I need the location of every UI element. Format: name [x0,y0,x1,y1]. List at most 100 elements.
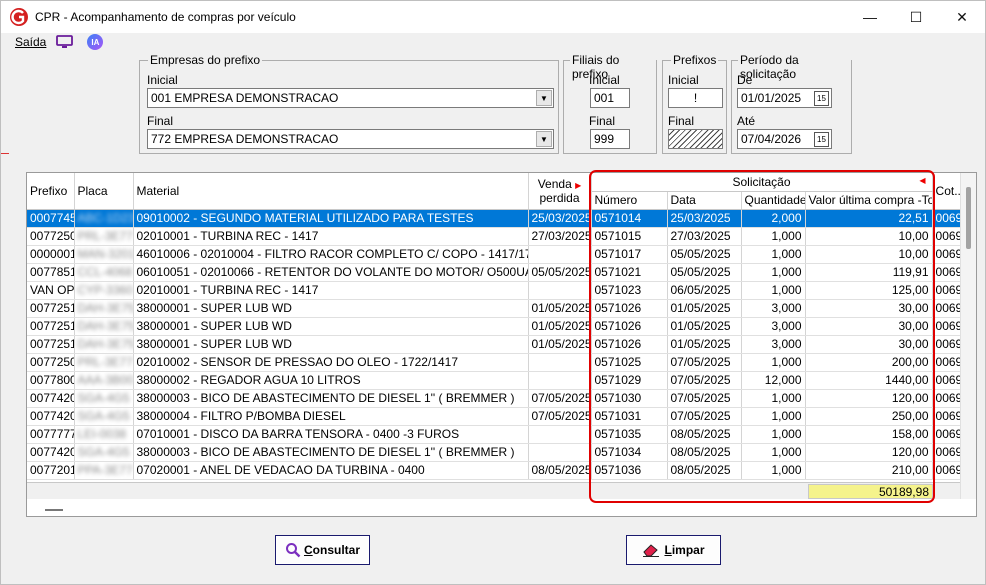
cell-valor: 30,00 [805,317,933,336]
cell-placa: LEI-0038 [74,425,134,444]
periodo-ate-value: 07/04/2026 [741,132,802,146]
table-row[interactable]: 0077777 LEI-0038 07010001 - DISCO DA BAR… [27,425,963,444]
cell-prefixo: VAN OP [27,281,75,300]
cell-data: 07/05/2025 [667,407,742,426]
cell-placa: CYP-3360 [74,281,134,300]
table-row[interactable]: 0077251 DAH-3E75 38000001 - SUPER LUB WD… [27,317,963,336]
col-prefixo[interactable]: Prefixo [27,173,75,210]
table-row[interactable]: 0077420 SGA-4G5 38000003 - BICO DE ABAST… [27,389,963,408]
cell-data: 08/05/2025 [667,443,742,462]
cell-cot: 0069 [932,335,963,354]
cell-venda-perdida [528,425,592,444]
empresas-inicial-select[interactable]: 001 EMPRESA DEMONSTRACAO ▼ [147,88,554,108]
filiais-final-input[interactable]: 999 [590,129,630,149]
col-group-solicitacao[interactable]: Solicitação ◀ [591,173,933,192]
cell-placa: PRL-3E77 [74,227,134,246]
col-quantidade[interactable]: Quantidade [741,191,806,210]
cell-valor: 120,00 [805,389,933,408]
cell-prefixo: 0077777 [27,425,75,444]
prefixos-final-input[interactable] [668,129,723,149]
periodo-ate-input[interactable]: 07/04/2026 15 [737,129,832,149]
cell-valor: 158,00 [805,425,933,444]
window-title: CPR - Acompanhamento de compras por veíc… [35,10,296,24]
placa-value: PRL-3E77 [77,229,133,243]
cell-material: 38000001 - SUPER LUB WD [133,317,529,336]
cell-cot: 0069 [932,425,963,444]
col-data[interactable]: Data [667,191,742,210]
col-valor[interactable]: Valor última compra -Total [805,191,933,210]
cell-data: 01/05/2025 [667,335,742,354]
cell-valor: 30,00 [805,299,933,318]
empresas-final-select[interactable]: 772 EMPRESA DEMONSTRACAO ▼ [147,129,554,149]
chevron-down-icon[interactable]: ▼ [536,131,552,147]
cell-cot: 0069 [932,407,963,426]
col-material[interactable]: Material [133,173,529,210]
purchases-table: Prefixo Placa Material Venda ▶ perdida S… [27,173,963,480]
table-row[interactable]: 0077251 DAH-3E75 38000001 - SUPER LUB WD… [27,335,963,354]
empresas-group: Empresas do prefixo Inicial 001 EMPRESA … [139,53,559,154]
ia-assistant-icon[interactable]: IA [87,34,104,50]
cell-placa: DAH-3E75 [74,299,134,318]
cell-prefixo: 0077250 [27,353,75,372]
table-row[interactable]: 0077420 SGA-4G5 38000004 - FILTRO P/BOMB… [27,407,963,426]
cell-quantidade: 12,000 [741,371,806,390]
cell-venda-perdida [528,353,592,372]
table-row[interactable]: 0077800 AAA-3B00 38000002 - REGADOR AGUA… [27,371,963,390]
col-venda-perdida[interactable]: Venda ▶ perdida [528,173,592,210]
cell-data: 08/05/2025 [667,425,742,444]
cell-venda-perdida: 01/05/2025 [528,335,592,354]
prefixos-inicial-input[interactable]: ! [668,88,723,108]
table-row[interactable]: 0077201 PPA-3E77 07020001 - ANEL DE VEDA… [27,461,963,480]
minimize-button[interactable]: — [847,1,893,33]
table-row[interactable]: 0077250 PRL-3E77 02010001 - TURBINA REC … [27,227,963,246]
vertical-scrollbar[interactable] [960,173,976,499]
purchases-grid[interactable]: Prefixo Placa Material Venda ▶ perdida S… [26,172,977,517]
col-placa[interactable]: Placa [74,173,134,210]
cell-quantidade: 1,000 [741,353,806,372]
horizontal-scroll-indicator[interactable] [45,509,63,511]
chevron-down-icon[interactable]: ▼ [536,90,552,106]
close-button[interactable]: ✕ [939,1,985,33]
search-icon [285,543,301,558]
cell-cot: 0069 [932,371,963,390]
cell-placa: SGA-4G5 [74,389,134,408]
cell-prefixo: 0007745 [27,209,75,228]
cell-cot: 0069 [932,299,963,318]
collapse-arrow-icon[interactable]: ◀ [919,176,925,185]
venda-perdida-label-1: Venda [537,176,572,191]
table-row[interactable]: 0000001 MAN-3201 46010006 - 02010004 - F… [27,245,963,264]
menu-saida[interactable]: Saída [15,35,46,49]
table-row[interactable]: VAN OP CYP-3360 02010001 - TURBINA REC -… [27,281,963,300]
periodo-de-input[interactable]: 01/01/2025 15 [737,88,832,108]
filiais-inicial-label: Inicial [589,73,620,87]
limpar-button[interactable]: Limpar [626,535,721,565]
monitor-icon[interactable] [56,35,74,49]
filiais-inicial-input[interactable]: 001 [590,88,630,108]
placa-value: PPA-3E77 [77,463,133,477]
cell-numero: 0571017 [591,245,668,264]
cell-quantidade: 1,000 [741,245,806,264]
col-cot[interactable]: Cot... [932,173,963,210]
calendar-icon[interactable]: 15 [814,90,829,106]
table-row[interactable]: 0077250 PRL-3E77 02010002 - SENSOR DE PR… [27,353,963,372]
cell-venda-perdida: 07/05/2025 [528,407,592,426]
table-row[interactable]: 0077251 DAH-3E75 38000001 - SUPER LUB WD… [27,299,963,318]
empresas-final-label: Final [147,114,174,128]
placa-value: PRL-3E77 [77,355,133,369]
scrollbar-thumb[interactable] [966,187,971,249]
empresas-legend: Empresas do prefixo [148,53,263,67]
cell-data: 01/05/2025 [667,299,742,318]
cell-prefixo: 0077250 [27,227,75,246]
total-valor: 50189,98 [808,484,933,499]
col-numero[interactable]: Número [591,191,668,210]
table-row[interactable]: 0007745 ABC-1D23 09010002 - SEGUNDO MATE… [27,209,963,228]
calendar-icon[interactable]: 15 [814,131,829,147]
table-row[interactable]: 0077851 CCL-4068 06010051 - 02010066 - R… [27,263,963,282]
cell-venda-perdida [528,443,592,462]
table-row[interactable]: 0077420 SGA-4G5 38000003 - BICO DE ABAST… [27,443,963,462]
cell-numero: 0571023 [591,281,668,300]
cell-numero: 0571036 [591,461,668,480]
cell-data: 01/05/2025 [667,317,742,336]
maximize-button[interactable]: ☐ [893,1,939,33]
consultar-button[interactable]: Consultar [275,535,370,565]
